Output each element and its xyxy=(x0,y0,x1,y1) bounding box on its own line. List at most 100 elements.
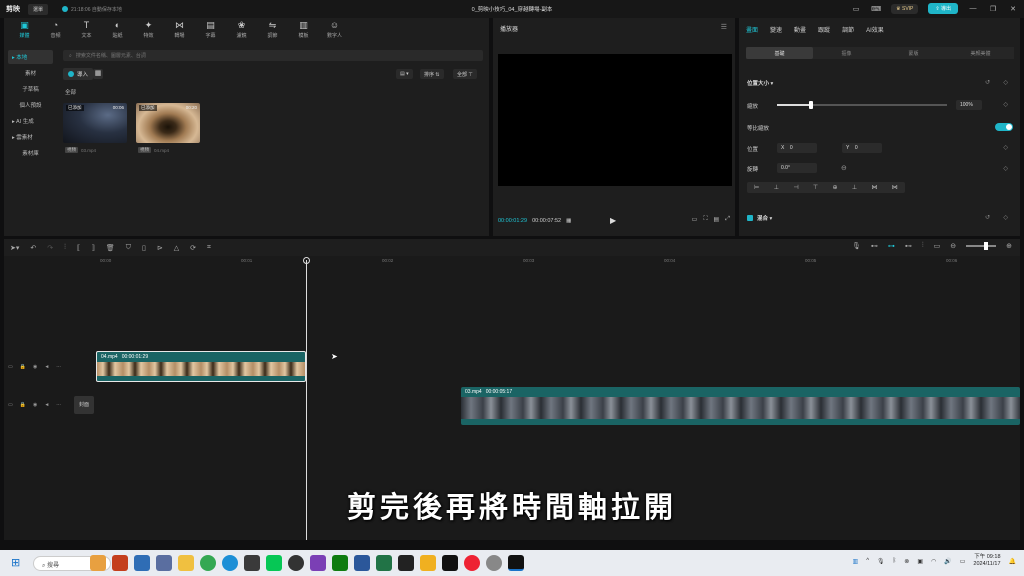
xbox-icon[interactable] xyxy=(332,555,348,571)
fit-icon[interactable]: ▭ xyxy=(692,216,698,223)
mirror-icon[interactable]: △ xyxy=(174,244,179,252)
blend-reset-icon[interactable]: ↺ xyxy=(985,214,990,221)
app-icon[interactable] xyxy=(310,555,326,571)
scale-slider-knob[interactable] xyxy=(809,101,813,109)
sidebar-item-1[interactable]: 素材 xyxy=(8,66,53,80)
position-keyframe-icon[interactable]: ◇ xyxy=(1003,144,1008,151)
toolbar-tab-2[interactable]: T 文本 xyxy=(71,18,102,44)
widget-app-icon[interactable] xyxy=(90,555,106,571)
powerpoint-icon[interactable] xyxy=(112,555,128,571)
inspector-subtab-0[interactable]: 基礎 xyxy=(746,47,813,59)
preview-screen[interactable] xyxy=(498,54,732,186)
lock-icon[interactable]: 🔒 xyxy=(20,402,26,408)
rotate-keyframe-icon[interactable]: ◇ xyxy=(1003,165,1008,172)
toolbar-tab-3[interactable]: ◐ 貼紙 xyxy=(102,18,133,44)
align-center-icon[interactable]: ⊥ xyxy=(774,184,779,191)
line-icon[interactable] xyxy=(266,555,282,571)
app-icon[interactable] xyxy=(464,555,480,571)
more-icon[interactable]: ⋯ xyxy=(56,364,61,370)
audio-icon[interactable]: ◄ xyxy=(44,402,49,408)
toolbar-tab-7[interactable]: ❀ 濾鏡 xyxy=(226,18,257,44)
sidebar-item-2[interactable]: 子草稿 xyxy=(8,82,53,96)
app-icon[interactable] xyxy=(420,555,436,571)
scale-slider[interactable] xyxy=(777,101,947,109)
toolbar-tab-0[interactable]: ▣ 媒體 xyxy=(9,18,40,44)
timecode-icon[interactable]: ▦ xyxy=(566,218,571,224)
tray-up-icon[interactable]: ^ xyxy=(866,558,869,564)
shortcut-icon[interactable]: ⌨ xyxy=(871,5,881,13)
inspector-subtab-3[interactable]: 美顏美體 xyxy=(947,47,1014,59)
audio-icon[interactable]: ◄ xyxy=(44,364,49,370)
align-middle-icon[interactable]: ⊕ xyxy=(832,184,837,191)
blend-keyframe-icon[interactable]: ◇ xyxy=(1003,214,1008,221)
tray-app-icon[interactable]: ▣ xyxy=(917,558,923,565)
sort-button[interactable]: 排序 ⇅ xyxy=(420,69,444,79)
media-thumbnail-1[interactable]: 已添加 00:06 xyxy=(63,103,127,143)
sidebar-item-4[interactable]: ▸ AI 生成 xyxy=(8,114,53,128)
notification-icon[interactable]: 🔔 xyxy=(1009,558,1016,565)
rotate-input[interactable]: 0.0° xyxy=(777,163,817,173)
sidebar-item-6[interactable]: 素材庫 xyxy=(8,146,53,160)
redo-icon[interactable]: ↷ xyxy=(47,244,53,252)
align-bottom-icon[interactable]: ⊥ xyxy=(852,184,857,191)
player-menu-icon[interactable]: ☰ xyxy=(721,23,727,31)
word-icon[interactable] xyxy=(354,555,370,571)
toolbar-tab-10[interactable]: ☺ 數字人 xyxy=(319,18,350,44)
scale-input[interactable]: 100% xyxy=(956,100,982,110)
inspector-tab-3[interactable]: 跟蹤 xyxy=(818,25,830,34)
inspector-tab-5[interactable]: AI效果 xyxy=(866,25,884,34)
battery-icon[interactable]: ▭ xyxy=(960,558,966,565)
terminal-icon[interactable] xyxy=(244,555,260,571)
mic-tray-icon[interactable]: 🎙 xyxy=(877,558,885,565)
excel-icon[interactable] xyxy=(376,555,392,571)
undo-icon[interactable]: ↶ xyxy=(30,244,36,252)
snap-icon[interactable]: ⊷ xyxy=(905,242,912,250)
video-clip-03[interactable]: 03.mp4 00:00:05:17 xyxy=(461,387,1020,425)
blend-section[interactable]: 混合 ▾ xyxy=(747,214,772,222)
microphone-icon[interactable]: 🎙 xyxy=(852,242,861,250)
align-top-icon[interactable]: ⊤ xyxy=(813,184,818,191)
toolbar-tab-6[interactable]: ▤ 字幕 xyxy=(195,18,226,44)
sidebar-item-0[interactable]: ▸ 本地 xyxy=(8,50,53,64)
visibility-icon[interactable]: ◉ xyxy=(33,364,37,370)
rotate-dial-icon[interactable]: ⊖ xyxy=(841,164,847,172)
calculator-icon[interactable] xyxy=(156,555,172,571)
inspector-tab-2[interactable]: 動畫 xyxy=(794,25,806,34)
volume-icon[interactable]: 🔊 xyxy=(944,558,951,565)
reset-icon[interactable]: ↺ xyxy=(985,79,990,86)
blend-checkbox[interactable] xyxy=(747,215,753,221)
split-icon[interactable]: ⫶ xyxy=(64,244,66,252)
inspector-tab-4[interactable]: 調節 xyxy=(842,25,854,34)
windows-start-icon[interactable]: ⊞ xyxy=(11,556,20,569)
toolbar-tab-5[interactable]: ⋈ 轉場 xyxy=(164,18,195,44)
maximize-icon[interactable]: ❐ xyxy=(988,5,998,13)
align-right-icon[interactable]: ⊣ xyxy=(793,184,798,191)
link-icon[interactable]: ⊷ xyxy=(871,242,878,250)
inspector-tab-1[interactable]: 變速 xyxy=(770,25,782,34)
toolbar-tab-1[interactable]: ◔ 音頻 xyxy=(40,18,71,44)
settings-icon[interactable] xyxy=(486,555,502,571)
split-right-icon[interactable]: ⟧ xyxy=(91,244,94,252)
more-icon[interactable]: ⋯ xyxy=(56,402,61,408)
capcut-icon[interactable] xyxy=(398,555,414,571)
toolbar-tab-9[interactable]: ▥ 模板 xyxy=(288,18,319,44)
delete-icon[interactable]: 🗑 xyxy=(106,244,115,252)
fullscreen-icon[interactable]: ⤢ xyxy=(725,216,730,223)
chrome-icon[interactable] xyxy=(200,555,216,571)
distribute-v-icon[interactable]: ⋈ xyxy=(892,184,898,191)
view-mode-button[interactable]: ▤ ▾ xyxy=(396,69,413,79)
crop-icon[interactable]: ⌗ xyxy=(207,244,211,252)
inspector-tab-0[interactable]: 畫面 xyxy=(746,25,758,34)
media-search-input[interactable]: ⌕ 搜索文件名稱、圖層元素、台詞 xyxy=(63,50,483,61)
reverse-icon[interactable]: ⊳ xyxy=(157,244,163,252)
caption-icon[interactable]: ▭ xyxy=(934,242,941,250)
export-button[interactable]: ⇪ 導出 xyxy=(928,3,958,14)
widgets-icon[interactable]: ▥ xyxy=(853,558,859,565)
file-explorer-icon[interactable] xyxy=(178,555,194,571)
close-icon[interactable]: ✕ xyxy=(1008,5,1018,13)
minimize-icon[interactable]: — xyxy=(968,5,978,12)
toolbar-tab-8[interactable]: ⇋ 調節 xyxy=(257,18,288,44)
toolbar-tab-4[interactable]: ✦ 特效 xyxy=(133,18,164,44)
cover-button[interactable]: 封面 xyxy=(74,396,94,414)
zoom-out-icon[interactable]: ⊖ xyxy=(950,242,956,250)
